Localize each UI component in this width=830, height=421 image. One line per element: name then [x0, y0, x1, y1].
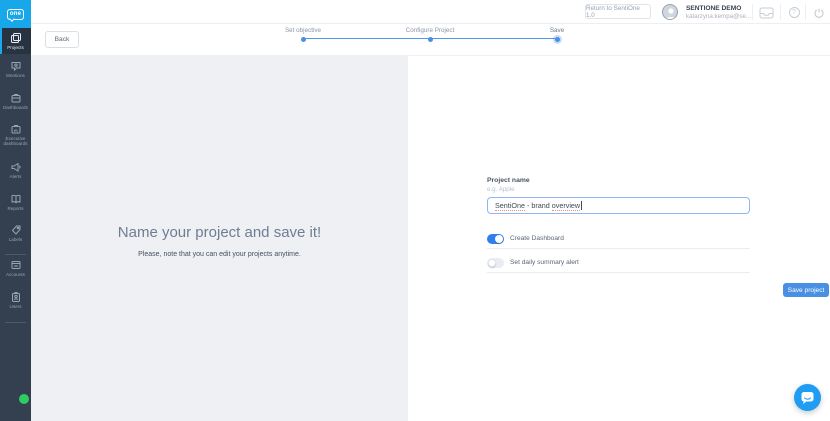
step-dot: [428, 37, 433, 42]
sidebar-item-label: Accounts: [1, 272, 31, 277]
project-name-hint: e.g. Apple: [487, 186, 515, 193]
dashboards-icon: [10, 92, 22, 104]
wizard-bar: Back Set objective Configure Project Sav…: [31, 25, 830, 56]
accounts-icon: [10, 259, 22, 271]
toggle-knob: [495, 235, 503, 243]
sidebar: one Projects Mentions Dashboards Executi…: [0, 0, 31, 421]
text-cursor: [581, 201, 582, 210]
step-label: Save: [517, 27, 597, 34]
sidebar-item-labels[interactable]: Labels: [0, 224, 31, 251]
form-divider: [487, 248, 750, 249]
sidebar-item-reports[interactable]: Reports: [0, 193, 31, 220]
sidebar-divider: [5, 254, 26, 255]
save-project-button[interactable]: Save project: [783, 283, 829, 297]
app-window: one Projects Mentions Dashboards Executi…: [0, 0, 830, 421]
create-dashboard-row: Create Dashboard: [487, 233, 750, 244]
labels-icon: [10, 224, 22, 236]
sidebar-item-label: Projects: [1, 45, 31, 50]
help-icon[interactable]: ?: [785, 6, 803, 19]
sidebar-item-label: Users: [1, 304, 31, 309]
step-dot: [301, 37, 306, 42]
header-divider: [805, 4, 806, 20]
sentione-logo-icon: one: [7, 9, 24, 20]
input-text-part: overview: [552, 201, 580, 211]
create-dashboard-toggle[interactable]: [487, 234, 504, 244]
alerts-icon: [10, 161, 22, 173]
sidebar-item-label: Labels: [1, 237, 31, 242]
toggle-knob: [488, 259, 496, 267]
step-label: Configure Project: [390, 27, 470, 34]
form-panel: Project name e.g. Apple SentiOne - brand…: [408, 56, 830, 421]
toggle-label: Set daily summary alert: [510, 259, 579, 266]
sidebar-item-label: Dashboards: [1, 105, 31, 110]
chat-widget-button[interactable]: [794, 384, 821, 411]
avatar[interactable]: [662, 4, 678, 20]
sidebar-item-executive-dashboards[interactable]: Executive dashboards: [0, 123, 31, 156]
project-name-label: Project name: [487, 177, 530, 184]
sidebar-item-mentions[interactable]: Mentions: [0, 60, 31, 86]
reports-icon: [10, 193, 22, 205]
step-label: Set objective: [263, 27, 343, 34]
sidebar-item-label: Alerts: [1, 174, 31, 179]
online-status-dot: [19, 394, 29, 404]
sidebar-item-dashboards[interactable]: Dashboards: [0, 92, 31, 119]
sidebar-divider: [5, 322, 26, 323]
step-save[interactable]: Save: [517, 27, 597, 42]
back-button[interactable]: Back: [45, 31, 79, 48]
mentions-icon: [10, 60, 22, 72]
form-divider: [487, 272, 750, 273]
sidebar-item-alerts[interactable]: Alerts: [0, 161, 31, 187]
users-icon: [10, 291, 22, 303]
sidebar-item-label: Reports: [1, 206, 31, 211]
panel-title: Name your project and save it!: [31, 224, 408, 241]
sidebar-item-users[interactable]: Users: [0, 291, 31, 318]
daily-summary-alert-row: Set daily summary alert: [487, 257, 750, 268]
power-icon[interactable]: [810, 6, 828, 19]
user-email: katarzyna.kempa@se...: [686, 13, 751, 20]
user-name: SENTIONE DEMO: [686, 5, 741, 12]
projects-icon: [10, 32, 22, 44]
question-mark-icon: ?: [789, 7, 800, 18]
toggle-label: Create Dashboard: [510, 235, 564, 242]
header-divider: [780, 4, 781, 20]
person-icon: [663, 5, 678, 20]
top-header: Return to SentiOne 1.0 SENTIONE DEMO kat…: [31, 0, 830, 24]
sidebar-item-label: Executive dashboards: [1, 136, 31, 146]
step-dot: [555, 37, 560, 42]
sentione-logo[interactable]: one: [0, 0, 31, 28]
executive-dashboards-icon: [10, 123, 22, 135]
input-text-part: SentiOne: [495, 201, 525, 211]
info-panel: Name your project and save it! Please, n…: [31, 56, 408, 421]
header-divider: [752, 4, 753, 20]
project-name-input[interactable]: SentiOne - brand overview: [487, 197, 750, 214]
panel-subtitle: Please, note that you can edit your proj…: [31, 251, 408, 258]
sidebar-item-label: Mentions: [1, 73, 31, 78]
step-set-objective[interactable]: Set objective: [263, 27, 343, 42]
step-configure-project[interactable]: Configure Project: [390, 27, 470, 42]
daily-summary-alert-toggle[interactable]: [487, 258, 504, 268]
return-to-sentione-button[interactable]: Return to SentiOne 1.0: [585, 4, 651, 19]
input-text-part: - brand: [525, 201, 552, 210]
inbox-icon[interactable]: [757, 6, 775, 19]
sidebar-item-accounts[interactable]: Accounts: [0, 259, 31, 286]
chat-bubble-icon: [800, 390, 815, 405]
sidebar-item-projects[interactable]: Projects: [0, 28, 31, 54]
